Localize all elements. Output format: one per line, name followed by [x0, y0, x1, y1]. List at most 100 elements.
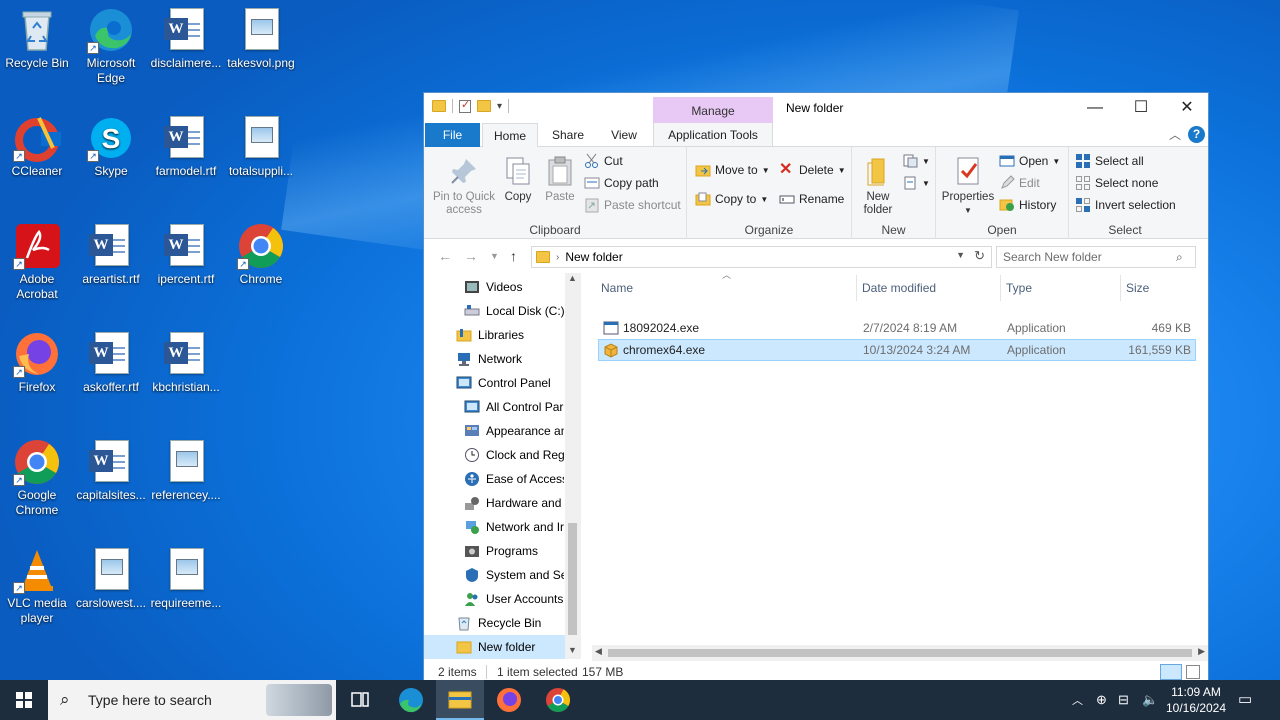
- copy-to-button[interactable]: Copy to ▼: [695, 191, 768, 207]
- properties-quick-icon[interactable]: [459, 98, 471, 113]
- select-none-button[interactable]: Select none: [1075, 175, 1158, 191]
- desktop-icon-vlc[interactable]: ↗ VLC media player: [0, 546, 76, 626]
- desktop-icon-acrobat[interactable]: ↗ Adobe Acrobat: [0, 222, 76, 302]
- customize-qat-icon[interactable]: ▾: [497, 101, 502, 112]
- desktop-icon-firefox[interactable]: ↗ Firefox: [0, 330, 76, 395]
- nav-item-system-security[interactable]: System and Sec: [464, 563, 564, 587]
- pin-quick-access-button[interactable]: Pin to Quick access: [428, 155, 500, 217]
- nav-item-user-accounts[interactable]: User Accounts: [464, 587, 564, 611]
- paste-shortcut-button[interactable]: Paste shortcut: [584, 197, 681, 213]
- desktop-icon-takesvol[interactable]: takesvol.png: [222, 6, 300, 71]
- open-button[interactable]: Open ▼: [999, 153, 1060, 169]
- recent-locations-icon[interactable]: ▼: [490, 251, 499, 261]
- details-view-icon[interactable]: [1160, 664, 1182, 680]
- breadcrumb-current[interactable]: New folder: [565, 250, 622, 264]
- column-header-date[interactable]: Date modified: [862, 280, 936, 300]
- network-icon[interactable]: ⊟: [1118, 692, 1129, 708]
- scroll-right-icon[interactable]: ▶: [1198, 646, 1205, 657]
- new-folder-button[interactable]: New folder: [854, 155, 902, 217]
- nav-item-programs[interactable]: Programs: [464, 539, 564, 563]
- column-header-name[interactable]: Name: [601, 280, 633, 300]
- copy-button[interactable]: Copy: [500, 155, 536, 204]
- file-row[interactable]: 18092024.exe 2/7/2024 8:19 AM Applicatio…: [598, 317, 1196, 339]
- new-folder-quick-icon[interactable]: [477, 100, 491, 112]
- taskbar-edge[interactable]: [387, 680, 435, 720]
- back-arrow-icon[interactable]: ←: [438, 248, 452, 264]
- tab-share[interactable]: Share: [542, 123, 594, 147]
- taskbar-firefox[interactable]: [485, 680, 533, 720]
- paste-button[interactable]: Paste: [542, 155, 578, 204]
- minimize-button[interactable]: —: [1072, 93, 1118, 123]
- title-bar[interactable]: ▾ Manage New folder — ☐ ✕: [424, 93, 1208, 123]
- tab-home[interactable]: Home: [482, 123, 538, 148]
- nav-item-recycle-bin[interactable]: Recycle Bin: [456, 611, 581, 635]
- file-row-selected[interactable]: chromex64.exe 10/13/2024 3:24 AM Applica…: [598, 339, 1196, 361]
- maximize-button[interactable]: ☐: [1118, 93, 1164, 123]
- column-divider[interactable]: [856, 275, 857, 301]
- show-hidden-icons-icon[interactable]: ︿: [1072, 692, 1083, 708]
- desktop-icon-disclaimere[interactable]: W disclaimere...: [147, 6, 225, 71]
- desktop-icon-farmodel[interactable]: W farmodel.rtf: [147, 114, 225, 179]
- desktop-icon-google-chrome[interactable]: ↗ Google Chrome: [0, 438, 76, 518]
- nav-item-network-internet[interactable]: Network and Ir: [464, 515, 564, 539]
- search-input[interactable]: Search New folder: [996, 246, 1196, 268]
- nav-item-new-folder[interactable]: New folder: [424, 635, 565, 659]
- column-divider[interactable]: [1120, 275, 1121, 301]
- up-arrow-icon[interactable]: ↑: [510, 248, 517, 264]
- column-divider[interactable]: [1000, 275, 1001, 301]
- history-button[interactable]: History: [999, 197, 1056, 213]
- notifications-icon[interactable]: ▭: [1238, 690, 1252, 708]
- start-button[interactable]: [0, 680, 48, 720]
- desktop-icon-areartist[interactable]: W areartist.rtf: [72, 222, 150, 287]
- taskbar-chrome[interactable]: [534, 680, 582, 720]
- nav-item-libraries[interactable]: Libraries: [456, 323, 581, 347]
- desktop-icon-skype[interactable]: S ↗ Skype: [72, 114, 150, 179]
- volume-icon[interactable]: 🔈: [1142, 692, 1158, 708]
- desktop-icon-chrome[interactable]: ↗ Chrome: [222, 222, 300, 287]
- rename-button[interactable]: Rename: [779, 191, 844, 207]
- tab-view[interactable]: View: [596, 123, 652, 147]
- address-dropdown-icon[interactable]: ▼: [956, 250, 965, 260]
- scroll-up-icon[interactable]: ▲: [568, 273, 577, 283]
- copy-path-button[interactable]: Copy path: [584, 175, 659, 191]
- column-header-type[interactable]: Type: [1006, 280, 1032, 300]
- nav-item-control-panel[interactable]: Control Panel: [456, 371, 581, 395]
- nav-item-ease-of-access[interactable]: Ease of Access: [464, 467, 564, 491]
- move-to-button[interactable]: Move to ▼: [695, 162, 770, 178]
- scroll-down-icon[interactable]: ▼: [568, 645, 577, 655]
- nav-item-all-control-panel[interactable]: All Control Par: [464, 395, 564, 419]
- clock[interactable]: 11:09 AM 10/16/2024: [1160, 684, 1232, 716]
- properties-button[interactable]: Properties ▼: [938, 155, 998, 217]
- nav-scrollbar[interactable]: ▲ ▼: [565, 273, 581, 659]
- nav-item-local-disk[interactable]: Local Disk (C:): [464, 299, 581, 323]
- desktop-icon-askoffer[interactable]: W askoffer.rtf: [72, 330, 150, 395]
- nav-item-clock-region[interactable]: Clock and Regi: [464, 443, 564, 467]
- column-header-size[interactable]: Size: [1126, 280, 1149, 300]
- nav-scroll-thumb[interactable]: [568, 523, 577, 635]
- horizontal-scrollbar[interactable]: ◀ ▶: [592, 645, 1208, 661]
- large-icons-view-icon[interactable]: [1186, 665, 1200, 679]
- collapse-ribbon-icon[interactable]: ︿: [1169, 126, 1181, 143]
- task-view-button[interactable]: [336, 680, 384, 720]
- desktop-icon-kbchristian[interactable]: W kbchristian...: [147, 330, 225, 395]
- desktop-icon-ccleaner[interactable]: ↗ CCleaner: [0, 114, 76, 179]
- meet-now-icon[interactable]: ⊕: [1096, 692, 1107, 708]
- delete-button[interactable]: ✕ Delete ▼: [779, 162, 846, 178]
- desktop-icon-capitalsites[interactable]: W capitalsites...: [72, 438, 150, 503]
- desktop-icon-ipercent[interactable]: W ipercent.rtf: [147, 222, 225, 287]
- nav-item-network[interactable]: Network: [456, 347, 581, 371]
- desktop-icon-totalsuppli[interactable]: totalsuppli...: [222, 114, 300, 179]
- address-bar[interactable]: › New folder ▼ ↻: [531, 246, 992, 268]
- new-item-button[interactable]: ▼: [902, 153, 930, 169]
- desktop-icon-recycle-bin[interactable]: Recycle Bin: [0, 6, 76, 71]
- easy-access-button[interactable]: ▼: [902, 175, 930, 191]
- scroll-left-icon[interactable]: ◀: [595, 646, 602, 657]
- edit-button[interactable]: Edit: [999, 175, 1040, 191]
- nav-item-videos[interactable]: Videos: [464, 275, 581, 299]
- taskbar-file-explorer[interactable]: [436, 680, 484, 720]
- close-button[interactable]: ✕: [1164, 93, 1208, 123]
- forward-arrow-icon[interactable]: →: [464, 248, 478, 264]
- desktop-icon-carslowest[interactable]: carslowest....: [72, 546, 150, 611]
- cut-button[interactable]: Cut: [584, 153, 623, 169]
- horizontal-scroll-thumb[interactable]: [608, 649, 1192, 657]
